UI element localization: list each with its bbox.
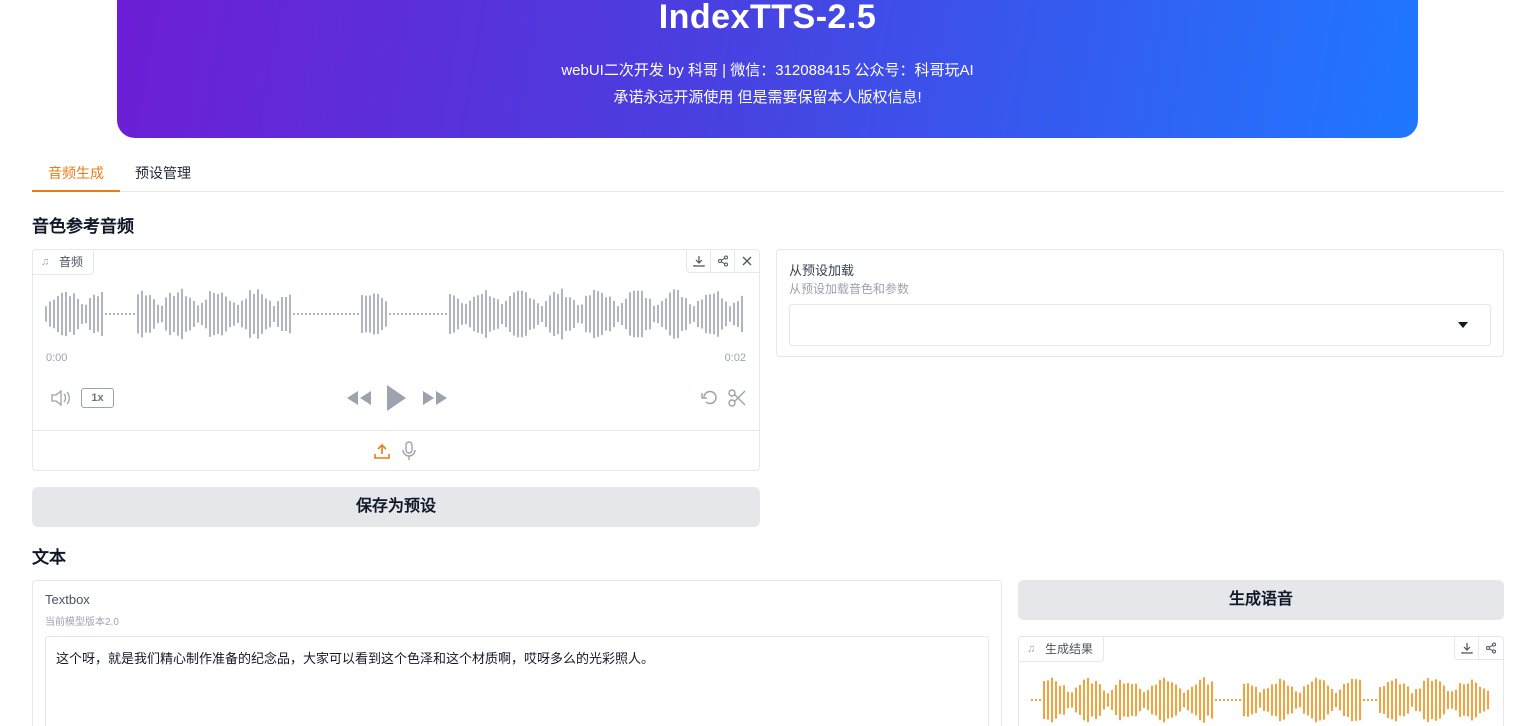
- model-version-info: 当前模型版本2.0: [45, 617, 119, 628]
- header-banner: IndexTTS-2.5 webUI二次开发 by 科哥 | 微信：312088…: [117, 0, 1418, 138]
- textbox-label: Textbox: [45, 592, 90, 607]
- share-icon[interactable]: [711, 250, 735, 272]
- text-input[interactable]: 这个呀，就是我们精心制作准备的纪念品，大家可以看到这个色泽和这个材质啊，哎呀多么…: [45, 636, 989, 726]
- volume-icon[interactable]: [49, 387, 73, 409]
- upload-icon[interactable]: [372, 441, 392, 461]
- fast-forward-icon[interactable]: [421, 388, 449, 408]
- result-label: ♫ 生成结果: [1019, 637, 1105, 662]
- result-label-text: 生成结果: [1045, 642, 1094, 656]
- text-heading: 文本: [32, 548, 66, 567]
- generate-speech-button[interactable]: 生成语音: [1018, 580, 1504, 620]
- download-icon[interactable]: [687, 250, 711, 272]
- music-note-icon: ♫: [41, 256, 50, 268]
- play-icon[interactable]: [383, 383, 409, 413]
- audio-label-text: 音频: [59, 255, 84, 269]
- preset-loader-panel: 从预设加载 从预设加载音色和参数: [776, 249, 1504, 357]
- audio-source-divider: [33, 430, 759, 431]
- reference-audio-player: ♫ 音频 0:00 0:02 1x: [32, 249, 760, 471]
- audio-label: ♫ 音频: [33, 250, 95, 275]
- tab-audio-generation[interactable]: 音频生成: [32, 155, 120, 192]
- chevron-down-icon: [1458, 322, 1468, 328]
- preset-loader-label: 从预设加载: [789, 263, 855, 278]
- rewind-icon[interactable]: [345, 388, 373, 408]
- reference-waveform[interactable]: [45, 286, 745, 342]
- license-note: 承诺永远开源使用 但是需要保留本人版权信息!: [613, 89, 922, 106]
- reference-audio-heading: 音色参考音频: [32, 217, 134, 236]
- app-title: IndexTTS-2.5: [658, 0, 877, 36]
- tab-preset-management[interactable]: 预设管理: [128, 155, 198, 192]
- result-actions: [1454, 637, 1503, 660]
- textbox-panel: Textbox 当前模型版本2.0 这个呀，就是我们精心制作准备的纪念品，大家可…: [32, 580, 1002, 726]
- share-icon[interactable]: [1479, 637, 1503, 659]
- playback-speed-button[interactable]: 1x: [81, 388, 114, 408]
- trim-scissors-icon[interactable]: [726, 388, 748, 408]
- microphone-icon[interactable]: [399, 441, 419, 461]
- save-as-preset-button[interactable]: 保存为预设: [32, 487, 760, 527]
- tab-bar: 音频生成 预设管理: [32, 155, 1504, 192]
- download-icon[interactable]: [1455, 637, 1479, 659]
- time-end: 0:02: [724, 352, 746, 364]
- result-audio-player: ♫ 生成结果: [1018, 636, 1504, 726]
- author-info: webUI二次开发 by 科哥 | 微信：312088415 公众号：科哥玩AI: [561, 62, 974, 79]
- time-start: 0:00: [46, 352, 68, 364]
- undo-icon[interactable]: [699, 388, 721, 408]
- result-waveform[interactable]: [1031, 675, 1493, 725]
- close-icon[interactable]: [735, 250, 759, 272]
- preset-dropdown[interactable]: [789, 304, 1491, 346]
- audio-actions: [686, 250, 759, 273]
- music-note-icon: ♫: [1027, 643, 1036, 655]
- preset-loader-info: 从预设加载音色和参数: [789, 282, 910, 296]
